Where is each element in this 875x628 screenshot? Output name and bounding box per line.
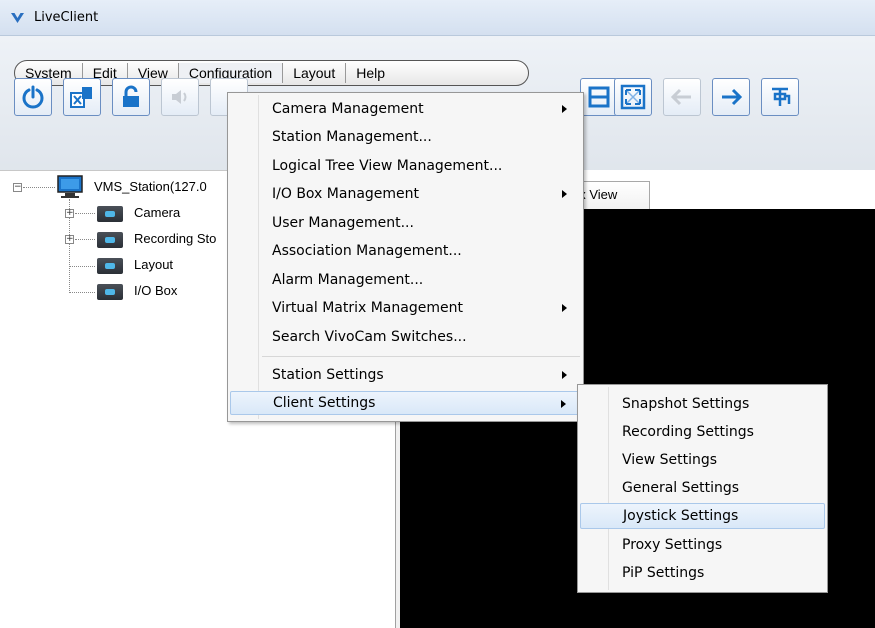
speaker-icon: [172, 90, 187, 104]
window-title: LiveClient: [34, 10, 99, 25]
tree-collapse-icon[interactable]: −: [13, 183, 22, 192]
pin-button[interactable]: [761, 78, 799, 116]
lock-icon: [123, 85, 139, 107]
configuration-menu: Camera Management Station Management... …: [227, 92, 584, 422]
forward-button[interactable]: [712, 78, 750, 116]
tree-node-recording[interactable]: Recording Sto: [134, 229, 216, 249]
submenu-arrow-icon: [562, 304, 567, 312]
back-arrow-icon: [670, 88, 691, 106]
tree-expand-icon[interactable]: +: [65, 209, 74, 218]
logout-icon: [70, 87, 92, 108]
fullscreen-button[interactable]: [614, 78, 652, 116]
submenu-item-proxy-settings[interactable]: Proxy Settings: [580, 532, 825, 558]
tree-node-io-box[interactable]: I/O Box: [134, 281, 177, 301]
layout-icon: [588, 86, 610, 108]
menu-item-alarm-management[interactable]: Alarm Management...: [230, 268, 581, 292]
submenu-item-joystick-settings[interactable]: Joystick Settings: [580, 503, 825, 529]
title-bar: LiveClient: [0, 0, 875, 36]
menu-item-search-vivocam-switches[interactable]: Search VivoCam Switches...: [230, 325, 581, 349]
menu-item-logical-tree-view-management[interactable]: Logical Tree View Management...: [230, 154, 581, 178]
app-logo-icon: [11, 13, 24, 23]
submenu-item-recording-settings[interactable]: Recording Settings: [580, 419, 825, 445]
menu-item-client-settings[interactable]: Client Settings: [230, 391, 581, 415]
menu-item-user-management[interactable]: User Management...: [230, 211, 581, 235]
audio-button[interactable]: [161, 78, 199, 116]
menu-item-camera-management[interactable]: Camera Management: [230, 97, 581, 121]
submenu-arrow-icon: [562, 371, 567, 379]
submenu-item-pip-settings[interactable]: PiP Settings: [580, 560, 825, 586]
pin-icon: [772, 87, 791, 106]
submenu-arrow-icon: [561, 400, 566, 408]
camera-folder-icon: [97, 206, 123, 222]
client-settings-submenu: Snapshot Settings Recording Settings Vie…: [577, 384, 828, 593]
lock-button[interactable]: [112, 78, 150, 116]
menu-help[interactable]: Help: [346, 63, 395, 83]
menu-item-station-settings[interactable]: Station Settings: [230, 363, 581, 387]
tree-node-layout[interactable]: Layout: [134, 255, 173, 275]
io-box-folder-icon: [97, 284, 123, 300]
menu-layout[interactable]: Layout: [283, 63, 347, 83]
submenu-item-general-settings[interactable]: General Settings: [580, 475, 825, 501]
forward-arrow-icon: [722, 88, 743, 106]
menu-item-association-management[interactable]: Association Management...: [230, 239, 581, 263]
recording-folder-icon: [97, 232, 123, 248]
submenu-item-view-settings[interactable]: View Settings: [580, 447, 825, 473]
submenu-item-snapshot-settings[interactable]: Snapshot Settings: [580, 391, 825, 417]
menu-separator: [262, 356, 580, 357]
layout-folder-icon: [97, 258, 123, 274]
power-icon: [22, 85, 44, 109]
logout-button[interactable]: [63, 78, 101, 116]
menu-item-station-management[interactable]: Station Management...: [230, 125, 581, 149]
menu-item-virtual-matrix-management[interactable]: Virtual Matrix Management: [230, 296, 581, 320]
layout-button[interactable]: [580, 78, 618, 116]
tree-expand-icon[interactable]: +: [65, 235, 74, 244]
back-button[interactable]: [663, 78, 701, 116]
tree-node-station[interactable]: VMS_Station(127.0: [94, 177, 207, 197]
power-button[interactable]: [14, 78, 52, 116]
fullscreen-icon: [620, 84, 646, 110]
menu-item-io-box-management[interactable]: I/O Box Management: [230, 182, 581, 206]
submenu-arrow-icon: [562, 105, 567, 113]
tree-node-camera[interactable]: Camera: [134, 203, 180, 223]
submenu-arrow-icon: [562, 190, 567, 198]
station-monitor-icon: [57, 175, 83, 198]
